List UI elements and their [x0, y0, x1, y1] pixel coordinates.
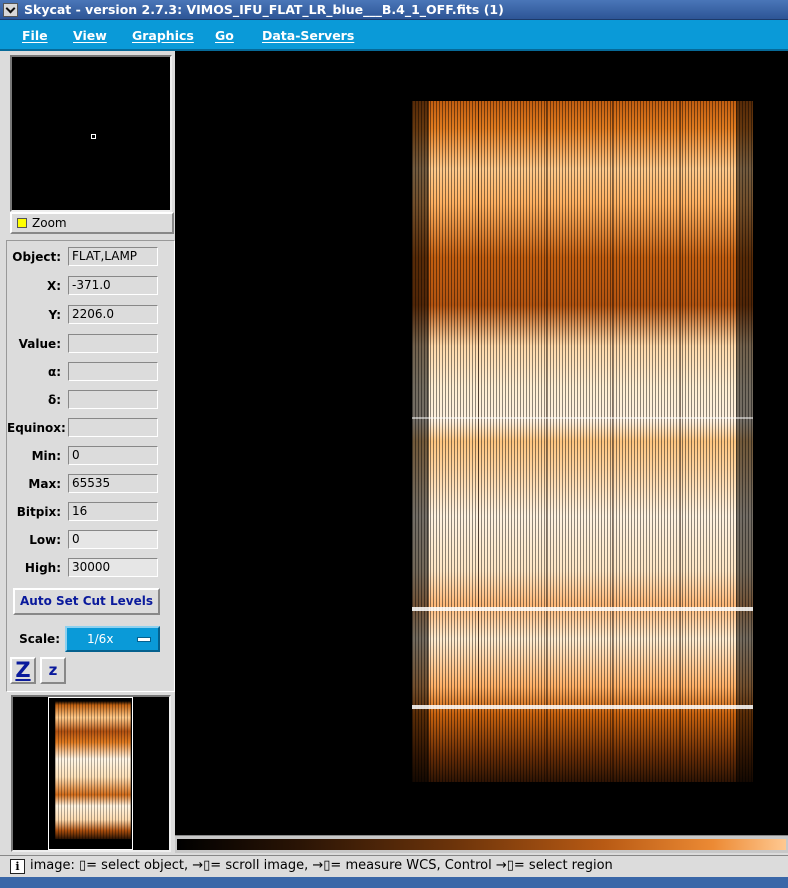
menu-graphics[interactable]: Graphics: [132, 28, 194, 43]
menu-file[interactable]: File: [22, 28, 48, 43]
spectra-separator: [412, 705, 753, 709]
x-label: X:: [46, 279, 61, 293]
high-label: High:: [24, 561, 61, 575]
quadrant-divider: [478, 101, 479, 782]
quadrant-divider: [612, 101, 613, 782]
high-cut-input[interactable]: 30000: [68, 558, 158, 577]
bitpix-field: 16: [68, 502, 158, 521]
image-canvas[interactable]: [175, 51, 788, 835]
status-bar: i image: ▯= select object, →▯= scroll im…: [0, 855, 788, 877]
scale-dropdown[interactable]: 1/6x: [65, 626, 160, 652]
y-label: Y:: [48, 308, 61, 322]
equinox-field: [68, 418, 158, 437]
window-title: Skycat - version 2.7.3: VIMOS_IFU_FLAT_L…: [24, 2, 504, 17]
equinox-label: Equinox:: [7, 421, 66, 435]
zoom-label: Zoom: [32, 216, 67, 230]
spectra-separator: [412, 417, 753, 419]
scale-value: 1/6x: [87, 632, 114, 646]
info-icon: i: [10, 859, 25, 874]
dropdown-indicator-icon: [137, 637, 151, 642]
x-field: -371.0: [68, 276, 158, 295]
menu-bar: File View Graphics Go Data-Servers: [0, 20, 788, 51]
min-label: Min:: [31, 449, 61, 463]
scale-label: Scale:: [19, 632, 60, 646]
max-label: Max:: [28, 477, 61, 491]
thumbnail-image: [55, 701, 131, 839]
value-label: Value:: [18, 337, 61, 351]
object-label: Object:: [12, 250, 61, 264]
auto-set-cut-levels-button[interactable]: Auto Set Cut Levels: [13, 588, 160, 615]
title-bar: Skycat - version 2.7.3: VIMOS_IFU_FLAT_L…: [0, 0, 788, 20]
low-cut-input[interactable]: 0: [68, 530, 158, 549]
zoom-in-button[interactable]: Z: [10, 657, 36, 684]
menu-go[interactable]: Go: [215, 28, 234, 43]
panner-window[interactable]: [10, 55, 172, 212]
menu-data-servers[interactable]: Data-Servers: [262, 28, 354, 43]
low-label: Low:: [29, 533, 61, 547]
quadrant-divider: [546, 101, 547, 782]
colormap-bar: [177, 839, 786, 850]
window-bottom-frame: [0, 877, 788, 888]
control-panel: Zoom Object: FLAT,LAMP X: -371.0 Y: 2206…: [6, 53, 175, 853]
panner-view-box[interactable]: [91, 134, 96, 139]
window-menu-icon[interactable]: [3, 3, 18, 17]
delta-field: [68, 390, 158, 409]
zoom-toggle-button[interactable]: Zoom: [10, 212, 174, 234]
status-text: image: ▯= select object, →▯= scroll imag…: [30, 858, 613, 873]
quadrant-divider: [680, 101, 681, 782]
y-field: 2206.0: [68, 305, 158, 324]
zoom-out-button[interactable]: z: [40, 657, 66, 684]
bitpix-label: Bitpix:: [16, 505, 61, 519]
min-field: 0: [68, 446, 158, 465]
thumbnail-preview[interactable]: [11, 695, 171, 852]
horizontal-scrollbar[interactable]: [175, 835, 788, 853]
alpha-field: [68, 362, 158, 381]
alpha-label: α:: [47, 365, 61, 379]
value-field: [68, 334, 158, 353]
menu-view[interactable]: View: [73, 28, 107, 43]
object-field: FLAT,LAMP: [68, 247, 158, 266]
max-field: 65535: [68, 474, 158, 493]
delta-label: δ:: [47, 393, 61, 407]
fits-image[interactable]: [412, 101, 753, 782]
zoom-indicator-icon: [17, 218, 27, 228]
spectra-separator: [412, 607, 753, 611]
image-info-panel: Object: FLAT,LAMP X: -371.0 Y: 2206.0 Va…: [6, 240, 175, 692]
